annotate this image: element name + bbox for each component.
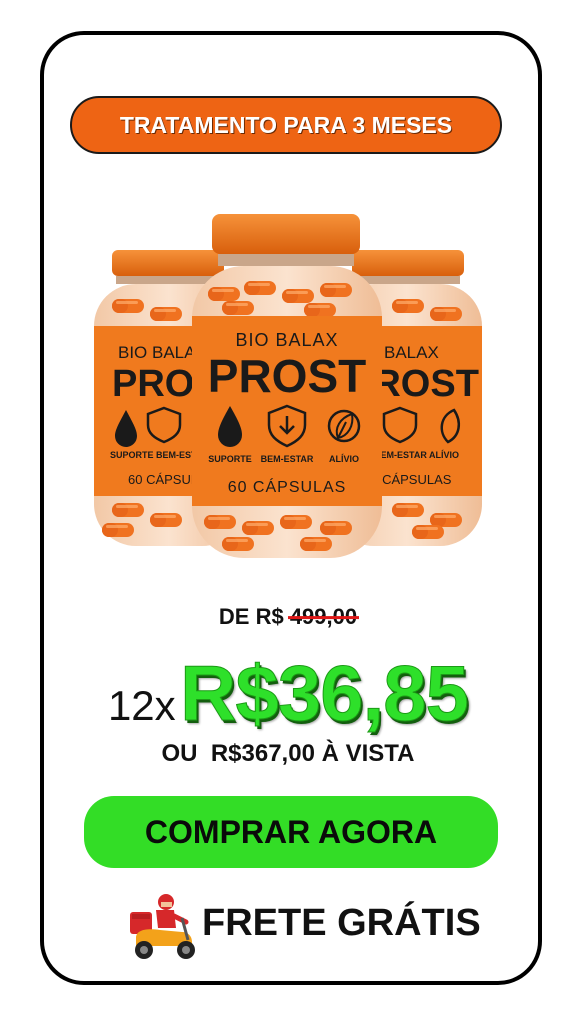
installment-count: 12x <box>107 682 176 729</box>
treatment-badge: TRATAMENTO PARA 3 MESES <box>70 96 502 154</box>
buy-now-button[interactable]: COMPRAR AGORA <box>84 796 498 868</box>
installment-price-row: 12x R$36,85 <box>0 648 576 739</box>
installment-price: R$36,85 <box>180 649 470 738</box>
jar-label-alivio: ALÍVIO <box>329 454 359 464</box>
jar-product-name: PROST <box>208 350 366 402</box>
jar-label-bem-estar: BEM-ESTAR <box>261 454 314 464</box>
free-shipping: FRETE GRÁTIS <box>126 888 506 964</box>
product-image: BIO BALAX PROST SUPORTE BEM-ESTAR 60 CÁP… <box>94 214 482 558</box>
old-price-prefix: DE R$ <box>218 604 284 629</box>
old-price: DE R$ 499,00 <box>0 604 576 630</box>
old-price-value: 499,00 <box>289 604 358 629</box>
product-jar-center: BIO BALAX PROST SUPORTE BEM-ESTAR ALÍVIO… <box>192 214 382 558</box>
delivery-scooter-icon <box>130 894 195 959</box>
cash-price: OU R$367,00 À VISTA <box>161 740 415 767</box>
jar-label-suporte: SUPORTE <box>208 454 252 464</box>
free-shipping-label: FRETE GRÁTIS <box>202 902 481 944</box>
svg-text:BEM-ESTAR ALÍVIO: BEM-ESTAR ALÍVIO <box>374 450 459 460</box>
jar-brand: BIO BALAX <box>235 330 338 350</box>
jar-capsule-count: 60 CÁPSULAS <box>228 477 347 496</box>
